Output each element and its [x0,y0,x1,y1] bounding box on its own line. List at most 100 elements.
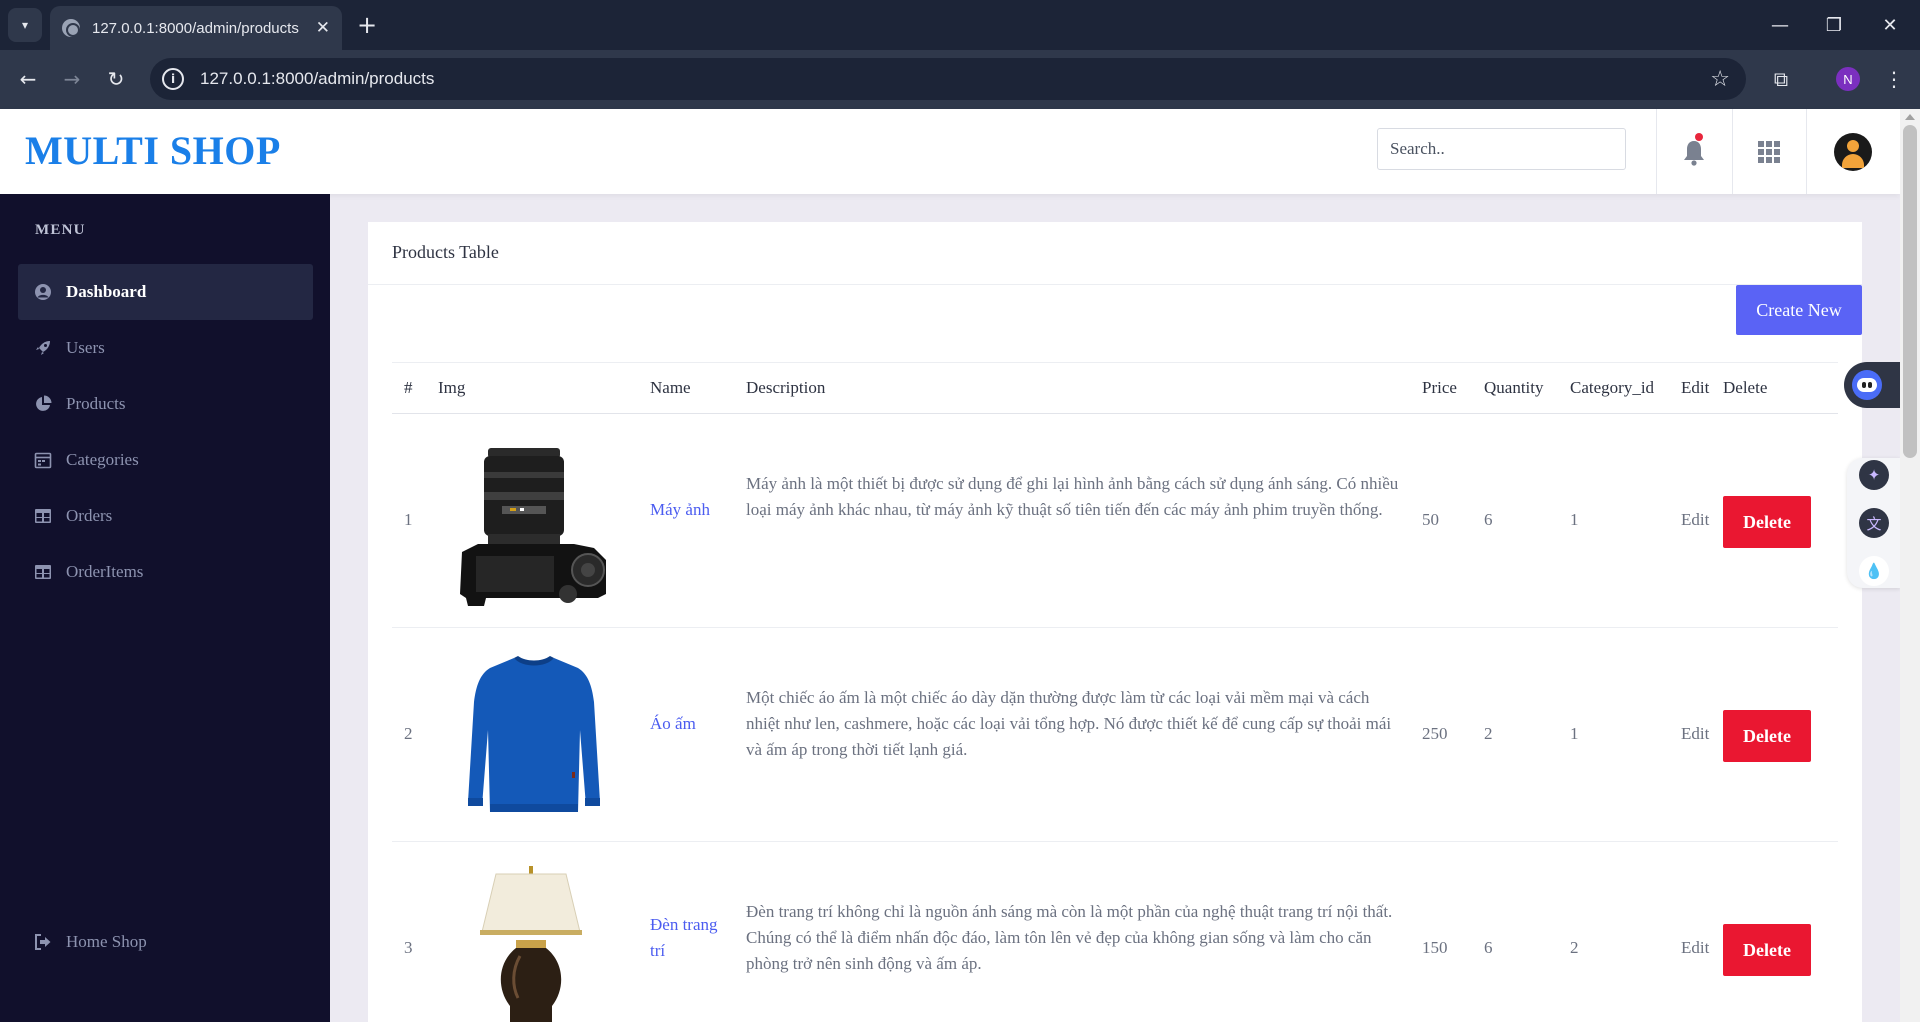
sidebar-item-home-shop[interactable]: Home Shop [18,914,313,970]
product-quantity: 6 [1484,510,1493,529]
robot-assistant-icon[interactable] [1844,362,1904,408]
sparkle-icon[interactable]: ✦ [1859,460,1889,490]
sweater-image [468,656,600,812]
forward-icon[interactable]: → [56,63,88,95]
column-header: Name [650,378,691,397]
column-header: Quantity [1484,378,1544,397]
sidebar-item-label: Home Shop [66,932,147,951]
edit-link[interactable]: Edit [1681,510,1709,530]
browser-tab[interactable]: 127.0.0.1:8000/admin/products ✕ [50,6,342,50]
sidebar-item-categories[interactable]: Categories [18,432,313,488]
search-input[interactable] [1377,128,1626,170]
column-header: Description [746,378,826,397]
address-bar[interactable]: i 127.0.0.1:8000/admin/products ☆ [150,58,1746,100]
sidebar-item-label: Users [66,338,105,357]
extensions-icon[interactable]: ⧉ [1766,64,1796,94]
header-divider [1656,109,1657,194]
calendar-icon [34,451,52,469]
app-header: MULTI SHOP [0,109,1900,194]
row-id: 1 [404,510,413,529]
globe-icon [62,19,80,37]
menu-title: MENU [35,222,86,238]
product-name-link[interactable]: Đèn trang trí [650,912,730,964]
product-category-id: 1 [1570,724,1579,743]
pie-chart-icon [34,395,52,413]
reload-icon[interactable]: ↻ [100,63,132,95]
more-icon[interactable]: ⋮ [1882,64,1906,94]
site-logo[interactable]: MULTI SHOP [25,127,281,174]
new-tab-button[interactable]: + [352,10,382,40]
edit-link[interactable]: Edit [1681,724,1709,744]
header-divider [1806,109,1807,194]
user-circle-icon [34,283,52,301]
column-header: Img [438,378,466,397]
tab-dropdown-icon[interactable]: ▾ [8,8,42,42]
table-icon [34,563,52,581]
table-row: 2 Áo ấm Một chiếc áo ấm là một chiếc áo … [392,628,1838,842]
row-id: 2 [404,724,413,743]
card-header: Products Table [368,222,1862,285]
bell-icon[interactable] [1682,137,1706,167]
product-description: Đèn trang trí không chỉ là nguồn ánh sán… [746,902,1393,973]
product-name-link[interactable]: Máy ảnh [650,497,710,523]
sidebar-item-label: Dashboard [66,282,147,301]
column-header: Price [1422,378,1457,397]
close-tab-icon[interactable]: ✕ [316,18,330,38]
card-title: Products Table [392,242,499,262]
sidebar-item-orders[interactable]: Orders [18,488,313,544]
floating-toolbar: ✦ 文 💧 [1847,458,1900,588]
table-row: 3 Đèn trang trí Đèn trang trí không chỉ … [392,842,1838,1022]
sidebar-item-products[interactable]: Products [18,376,313,432]
product-price: 150 [1422,938,1448,957]
camera-image [460,448,606,606]
sidebar: MENU Dashboard Users Products Categories… [0,194,330,1022]
product-quantity: 6 [1484,938,1493,957]
lamp-image [480,866,582,1022]
edit-link[interactable]: Edit [1681,938,1709,958]
site-info-icon[interactable]: i [162,68,184,90]
water-drop-icon[interactable]: 💧 [1859,556,1889,586]
table-row: 1 Máy ảnh Máy ảnh là một thiết bị được s… [392,414,1838,628]
delete-button[interactable]: Delete [1723,710,1811,762]
sign-out-icon [34,933,52,951]
column-header: Category_id [1570,378,1655,397]
sidebar-item-dashboard[interactable]: Dashboard [18,264,313,320]
table-icon [34,507,52,525]
browser-toolbar: ← → ↻ i 127.0.0.1:8000/admin/products ☆ … [0,50,1920,109]
browser-tab-bar: ▾ 127.0.0.1:8000/admin/products ✕ + — ❐ … [0,0,1920,50]
product-quantity: 2 [1484,724,1493,743]
column-header: Delete [1723,378,1768,397]
product-category-id: 2 [1570,938,1579,957]
avatar[interactable] [1834,133,1872,171]
bookmark-star-icon[interactable]: ☆ [1710,67,1730,92]
restore-icon[interactable]: ❐ [1814,10,1854,40]
back-icon[interactable]: ← [12,63,44,95]
sidebar-item-label: Categories [66,450,139,469]
row-id: 3 [404,938,413,957]
products-card: Products Table Create New # Img Name Des… [368,222,1862,1022]
scroll-up-arrow[interactable] [1905,114,1915,120]
translate-icon[interactable]: 文 [1859,508,1889,538]
product-price: 250 [1422,724,1448,743]
column-header: Edit [1681,378,1710,397]
sidebar-item-label: Products [66,394,126,413]
product-description: Máy ảnh là một thiết bị được sử dụng để … [746,474,1399,519]
sidebar-item-users[interactable]: Users [18,320,313,376]
product-name-link[interactable]: Áo ấm [650,711,696,737]
tab-title: 127.0.0.1:8000/admin/products [92,19,299,37]
profile-avatar[interactable]: N [1836,67,1860,91]
apps-grid-icon[interactable] [1758,141,1780,163]
url-text[interactable]: 127.0.0.1:8000/admin/products [200,69,1710,89]
create-new-button[interactable]: Create New [1736,285,1862,335]
delete-button[interactable]: Delete [1723,924,1811,976]
scrollbar-thumb[interactable] [1903,125,1917,458]
minimize-icon[interactable]: — [1760,10,1800,40]
rocket-icon [34,339,52,357]
product-category-id: 1 [1570,510,1579,529]
window-close-icon[interactable]: ✕ [1870,10,1910,40]
sidebar-item-label: OrderItems [66,562,144,581]
delete-button[interactable]: Delete [1723,496,1811,548]
header-divider [1732,109,1733,194]
column-header: # [404,378,413,397]
sidebar-item-orderitems[interactable]: OrderItems [18,544,313,600]
